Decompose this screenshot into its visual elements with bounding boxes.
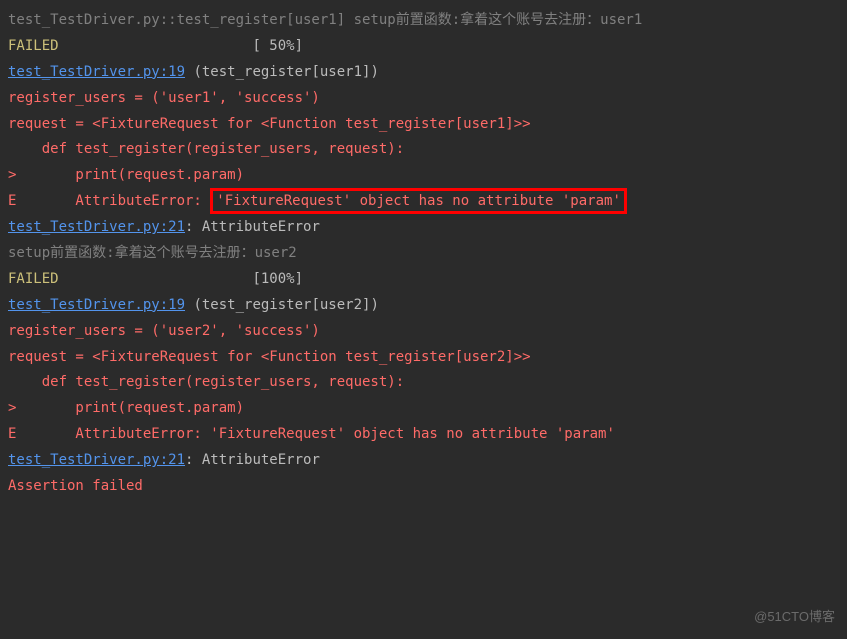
failed-50: FAILED [ 50%] bbox=[8, 34, 839, 60]
file-link-21-u2[interactable]: test_TestDriver.py:21 bbox=[8, 452, 185, 468]
failed-label: FAILED bbox=[8, 38, 59, 54]
attr-error-u2: : AttributeError bbox=[185, 452, 320, 468]
assertion-failed: Assertion failed bbox=[8, 474, 839, 500]
attr-error-u1: : AttributeError bbox=[185, 219, 320, 235]
test-name-u1: (test_register[user1]) bbox=[185, 64, 379, 80]
watermark: @51CTO博客 bbox=[754, 605, 835, 629]
error-line-u2: E AttributeError: 'FixtureRequest' objec… bbox=[8, 422, 839, 448]
request-fixture-u2: request = <FixtureRequest for <Function … bbox=[8, 345, 839, 371]
file-link-19-u1[interactable]: test_TestDriver.py:19 bbox=[8, 64, 185, 80]
failed-100: FAILED [100%] bbox=[8, 267, 839, 293]
trace-link-line-21-u2: test_TestDriver.py:21: AttributeError bbox=[8, 448, 839, 474]
request-fixture-u1: request = <FixtureRequest for <Function … bbox=[8, 112, 839, 138]
progress-50: [ 50%] bbox=[59, 38, 303, 54]
def-line-u1: def test_register(register_users, reques… bbox=[8, 137, 839, 163]
test-header-user1: test_TestDriver.py::test_register[user1]… bbox=[8, 8, 839, 34]
file-link-19-u2[interactable]: test_TestDriver.py:19 bbox=[8, 297, 185, 313]
error-line-u1: E AttributeError: 'FixtureRequest' objec… bbox=[8, 189, 839, 215]
setup-user2: setup前置函数:拿着这个账号去注册：user2 bbox=[8, 241, 839, 267]
register-users-u2: register_users = ('user2', 'success') bbox=[8, 319, 839, 345]
progress-100: [100%] bbox=[59, 271, 303, 287]
file-link-21-u1[interactable]: test_TestDriver.py:21 bbox=[8, 219, 185, 235]
error-prefix-u1: E AttributeError: bbox=[8, 193, 210, 209]
print-line-u2: > print(request.param) bbox=[8, 396, 839, 422]
register-users-u1: register_users = ('user1', 'success') bbox=[8, 86, 839, 112]
trace-link-line-21-u1: test_TestDriver.py:21: AttributeError bbox=[8, 215, 839, 241]
failed-label-2: FAILED bbox=[8, 271, 59, 287]
error-highlight-box: 'FixtureRequest' object has no attribute… bbox=[210, 188, 627, 214]
print-line-u1: > print(request.param) bbox=[8, 163, 839, 189]
def-line-u2: def test_register(register_users, reques… bbox=[8, 370, 839, 396]
test-name-u2: (test_register[user2]) bbox=[185, 297, 379, 313]
trace-link-line-19-u1: test_TestDriver.py:19 (test_register[use… bbox=[8, 60, 839, 86]
trace-link-line-19-u2: test_TestDriver.py:19 (test_register[use… bbox=[8, 293, 839, 319]
